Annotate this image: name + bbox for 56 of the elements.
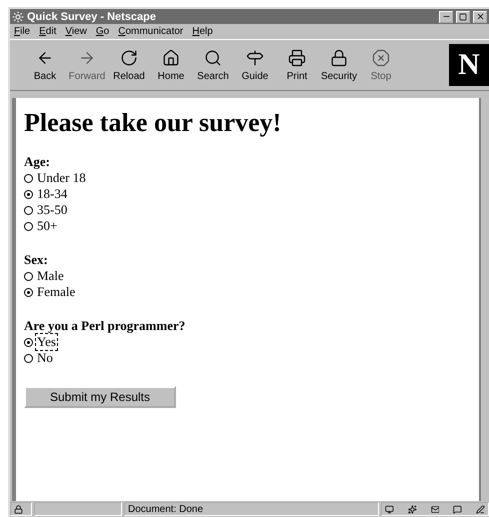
toolbar-button[interactable]: Print bbox=[276, 48, 318, 82]
mail-icon bbox=[430, 504, 440, 514]
radio-button[interactable] bbox=[24, 288, 33, 296]
menu-item[interactable]: View bbox=[65, 26, 87, 37]
toolbar-button[interactable]: Reload bbox=[108, 48, 150, 82]
window-title: Quick Survey - Netscape bbox=[27, 10, 158, 22]
radio-button[interactable] bbox=[24, 272, 33, 280]
question-label: Are you a Perl programmer? bbox=[24, 318, 186, 334]
toolbar-button[interactable]: Guide bbox=[234, 48, 276, 82]
home-icon bbox=[162, 48, 180, 66]
sparkle-icon bbox=[408, 504, 417, 514]
menu-item[interactable]: Go bbox=[96, 26, 110, 37]
toolbar-button[interactable]: Security bbox=[318, 48, 360, 82]
message-icon bbox=[453, 504, 462, 514]
menu-item[interactable]: Help bbox=[192, 26, 213, 37]
radio-button[interactable] bbox=[24, 190, 33, 198]
signpost-icon bbox=[246, 48, 264, 66]
logo: N bbox=[449, 44, 489, 86]
option-label: 18-34 bbox=[36, 185, 68, 203]
radio-button[interactable] bbox=[24, 354, 33, 362]
menu-item[interactable]: Edit bbox=[39, 26, 56, 37]
option-label: 50+ bbox=[36, 217, 58, 235]
toolbar-button[interactable]: Search bbox=[192, 48, 234, 82]
question-label: Sex: bbox=[24, 252, 49, 268]
lock-icon bbox=[330, 48, 348, 66]
page-heading: Please take our survey! bbox=[24, 108, 282, 138]
toolbar-button[interactable]: Home bbox=[150, 48, 192, 82]
search-icon bbox=[204, 48, 222, 66]
pen-icon bbox=[476, 504, 485, 514]
close-icon bbox=[476, 12, 484, 21]
minimize-button[interactable] bbox=[439, 10, 453, 22]
stop-icon bbox=[372, 48, 390, 66]
option-label: Female bbox=[36, 283, 76, 301]
menu-item[interactable]: File bbox=[14, 26, 30, 37]
submit-button[interactable]: Submit my Results bbox=[24, 386, 176, 408]
reload-icon bbox=[120, 48, 138, 66]
status-text: Document: Done bbox=[128, 504, 204, 514]
option-label: Yes bbox=[35, 333, 58, 351]
menu-item[interactable]: Communicator bbox=[118, 26, 184, 37]
option-label: 35-50 bbox=[36, 201, 68, 219]
option-label: Under 18 bbox=[36, 169, 87, 187]
radio-button[interactable] bbox=[24, 338, 33, 346]
option-label: No bbox=[36, 349, 54, 367]
radio-button[interactable] bbox=[24, 174, 33, 182]
maximize-button[interactable] bbox=[456, 10, 470, 22]
close-button[interactable] bbox=[473, 10, 487, 22]
maximize-icon bbox=[459, 12, 467, 20]
option-label: Male bbox=[36, 267, 65, 285]
radio-button[interactable] bbox=[24, 206, 33, 214]
radio-button[interactable] bbox=[24, 222, 33, 230]
app-icon bbox=[12, 10, 24, 22]
lock-icon bbox=[14, 504, 23, 514]
printer-icon bbox=[288, 48, 306, 66]
toolbar-button[interactable]: Back bbox=[24, 48, 66, 82]
question-label: Age: bbox=[24, 154, 51, 170]
monitor-icon bbox=[385, 504, 394, 514]
